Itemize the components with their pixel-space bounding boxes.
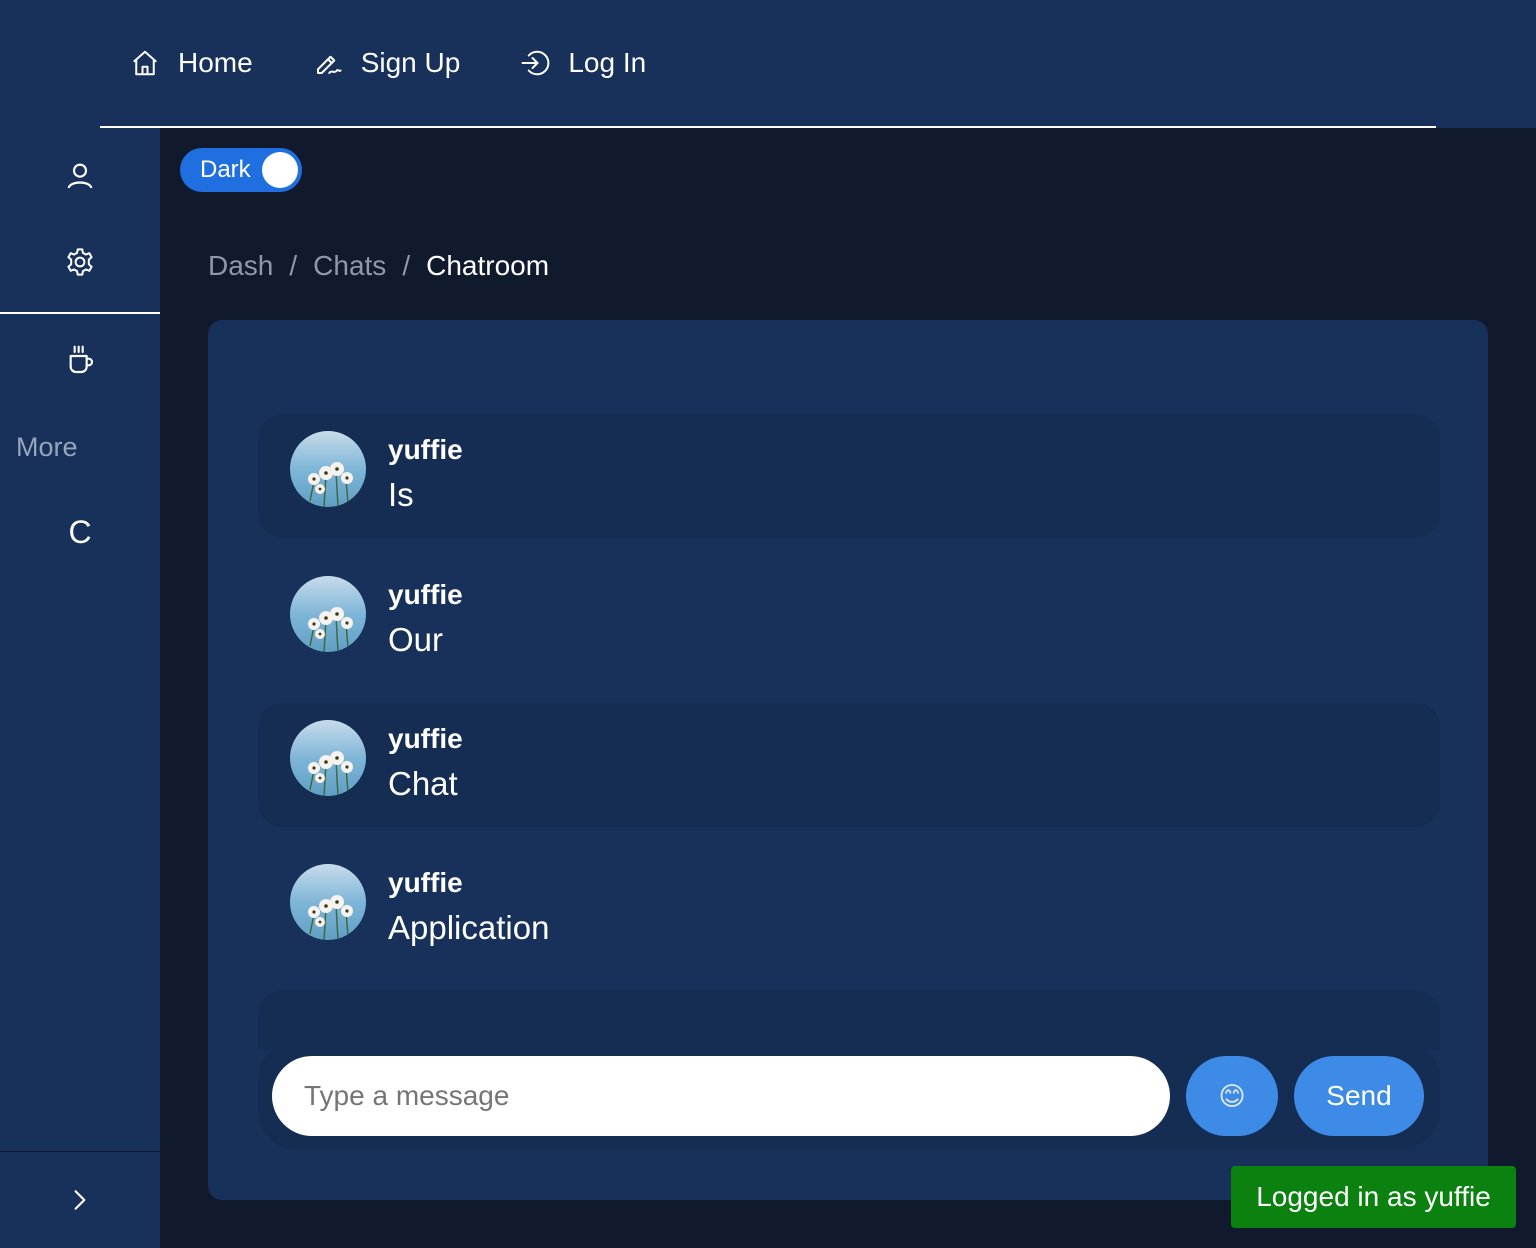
avatar [290,720,366,796]
theme-toggle-knob [262,152,298,188]
nav-sign-up-label: Sign Up [360,47,461,78]
signature-icon [316,55,342,74]
avatar [290,576,366,652]
top-bar: Home Sign Up Log In [0,0,1536,128]
sidebar-item-coffee[interactable] [0,338,160,382]
sidebar-item-c[interactable]: C [0,514,160,551]
chevron-right-icon [74,1190,86,1210]
sidebar-item-profile[interactable] [0,154,160,198]
message-text: Is [388,476,414,513]
breadcrumb-chats[interactable]: Chats [313,250,386,282]
theme-toggle[interactable]: Dark [180,148,302,192]
nav-home-label: Home [178,47,253,78]
message-username: yuffie [388,579,463,610]
breadcrumb-dash[interactable]: Dash [208,250,273,282]
breadcrumb: Dash / Chats / Chatroom [208,250,549,282]
breadcrumb-current: Chatroom [426,250,550,281]
login-toast: Logged in as yuffie [1231,1166,1516,1228]
sidebar-expand-button[interactable] [0,1180,160,1220]
chat-message: yuffie Is [258,414,1440,538]
main-nav: Home Sign Up Log In [100,0,1436,128]
message-text: Chat [388,765,458,802]
gear-icon [67,248,93,276]
avatar [290,864,366,940]
chat-message: yuffie Our [258,559,1440,683]
theme-toggle-label: Dark [200,156,251,183]
send-button[interactable]: Send [1294,1056,1424,1136]
sidebar: More C [0,128,160,1248]
message-text: Our [388,621,444,658]
nav-log-in[interactable]: Log In [520,47,646,79]
nav-home[interactable]: Home [130,47,253,79]
emoji-button[interactable]: 😊 [1186,1056,1278,1136]
home-icon [133,50,157,76]
chat-message: yuffie Application [258,847,1440,971]
message-username: yuffie [388,723,463,754]
sidebar-item-settings[interactable] [0,240,160,284]
message-username: yuffie [388,867,463,898]
message-username: yuffie [388,434,463,465]
breadcrumb-separator: / [402,250,411,281]
breadcrumb-separator: / [289,250,298,281]
user-icon [67,163,93,189]
login-icon [521,50,550,76]
nav-sign-up[interactable]: Sign Up [313,47,461,79]
smiley-icon: 😊 [1218,1081,1246,1111]
avatar [290,431,366,507]
sidebar-divider [0,312,160,314]
sidebar-more-label: More [16,432,78,462]
message-text: Application [388,909,550,946]
chat-message: yuffie Chat [258,703,1440,827]
message-input[interactable] [272,1056,1170,1136]
chat-panel: yuffie Is yuffie Our yuffie Chat yuffie … [208,320,1488,1200]
sidebar-bottom-divider [0,1151,160,1152]
nav-log-in-label: Log In [568,47,647,78]
coffee-icon [69,345,93,374]
